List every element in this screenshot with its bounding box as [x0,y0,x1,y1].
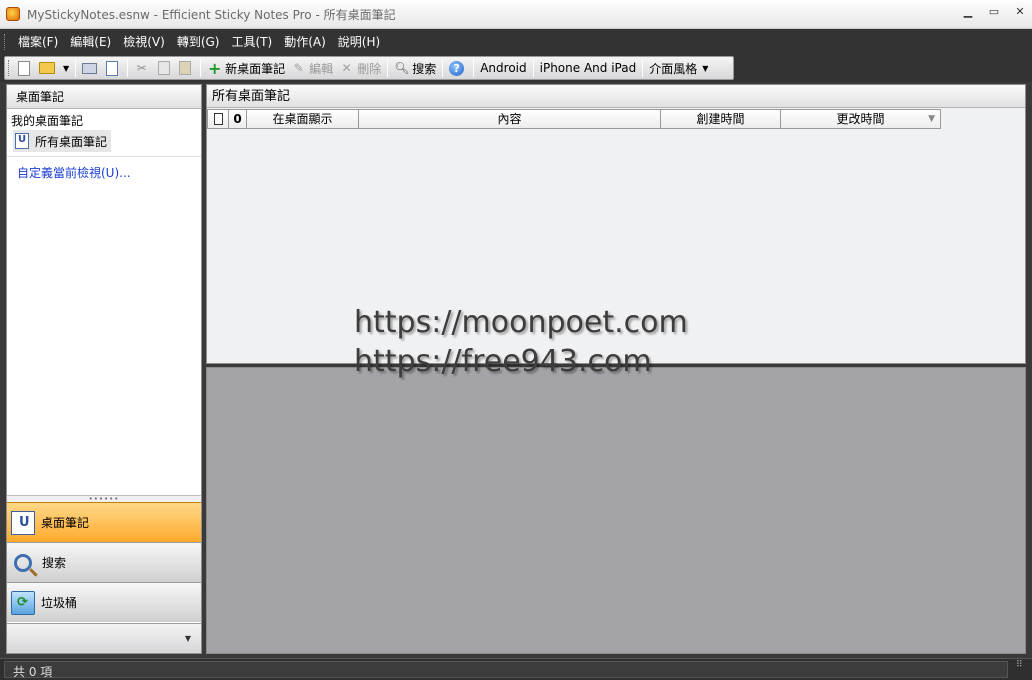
plus-icon: + [207,58,222,78]
menu-goto[interactable]: 轉到(G) [171,31,226,53]
copy-button[interactable] [155,58,176,78]
magnifier-icon [14,553,32,572]
paste-button[interactable] [176,58,197,78]
tree-item-all-notes[interactable]: 所有桌面筆記 [13,130,112,152]
new-file-icon [18,60,30,76]
printer-icon [82,62,98,74]
maximize-button[interactable]: ▭ [988,5,1000,19]
android-button[interactable]: Android [477,58,529,78]
status-panel: 共 0 項 [4,661,1008,679]
sticky-note-icon [11,510,35,535]
open-file-button[interactable]: ▼ [36,58,72,78]
menu-actions[interactable]: 動作(A) [278,31,332,53]
search-label: 搜索 [412,61,437,76]
status-item-count: 共 0 項 [13,665,53,679]
column-show-on-desktop[interactable]: 在桌面顯示 [247,109,359,129]
delete-label: 刪除 [357,61,382,76]
copy-icon [158,61,171,75]
help-icon: ? [449,60,465,76]
search-button[interactable]: 🔍︎ 搜索 [391,58,439,78]
menu-view[interactable]: 檢視(V) [117,31,171,53]
menu-file[interactable]: 檔案(F) [12,31,64,53]
menu-tools[interactable]: 工具(T) [225,31,278,53]
toolbar-separator [642,59,644,77]
notes-list-header: 所有桌面筆記 [207,85,1025,108]
nav-button-trash[interactable]: 垃圾桶 [7,582,201,622]
print-preview-icon [106,60,119,76]
nav-button-notes[interactable]: 桌面筆記 [7,502,201,542]
navigation-pane: 桌面筆記 我的桌面筆記 所有桌面筆記 自定義當前檢視(U)... •••••• … [6,84,202,654]
theme-label: 介面風格 [649,61,698,76]
delete-x-icon: ✕ [341,60,352,75]
toolbar: ▼ ✂ + 新桌面筆記 ✎ 編輯 ✕ 刪除 🔍︎ 搜索 ? Android iPhone… [4,56,734,80]
tree-root-my-notes[interactable]: 我的桌面筆記 [7,109,201,129]
column-content[interactable]: 內容 [359,109,661,129]
nav-button-search[interactable]: 搜索 [7,542,201,582]
toolbar-separator [387,59,389,77]
toolbar-separator [532,59,534,77]
menu-grip[interactable] [4,34,7,50]
nav-search-label: 搜索 [42,556,67,570]
iphone-ipad-button[interactable]: iPhone And iPad [537,58,640,78]
window-title: MyStickyNotes.esnw - Efficient Sticky No… [27,7,396,22]
resize-grip-icon[interactable]: ⠿ [1016,661,1028,674]
toolbar-separator [200,59,202,77]
menu-edit[interactable]: 編輯(E) [64,31,117,53]
search-icon: 🔍︎ [394,60,410,75]
tree-divider [7,156,201,157]
edit-button[interactable]: ✎ 編輯 [288,58,336,78]
column-modified-label: 更改時間 [836,112,885,126]
close-button[interactable]: ✕ [1014,5,1026,19]
column-created[interactable]: 創建時間 [661,109,781,129]
minimize-button[interactable]: ▁ [962,5,974,19]
status-bar: 共 0 項 ⠿ [0,658,1032,680]
column-type[interactable] [207,109,229,129]
theme-dropdown[interactable]: 介面風格 ▼ [646,58,711,78]
title-bar: MyStickyNotes.esnw - Efficient Sticky No… [0,0,1032,29]
menu-bar: 檔案(F) 編輯(E) 檢視(V) 轉到(G) 工具(T) 動作(A) 說明(H… [4,30,386,54]
toolbar-grip[interactable] [8,60,11,76]
toolbar-separator [75,59,77,77]
paste-icon [179,61,192,75]
edit-label: 編輯 [309,61,334,76]
watermark-line-1: https://moonpoet.com [354,305,688,340]
chevron-down-icon: ▼ [702,63,709,73]
customize-view-link[interactable]: 自定義當前檢視(U)... [17,164,131,181]
paperclip-icon: 0 [233,112,242,126]
new-note-label: 新桌面筆記 [225,61,286,76]
toolbar-separator [442,59,444,77]
help-button[interactable]: ? [446,58,470,78]
nav-notes-label: 桌面筆記 [41,516,90,530]
chevron-down-icon[interactable]: ▼ [63,64,69,73]
nav-trash-label: 垃圾桶 [41,596,78,610]
scissors-icon: ✂ [136,60,147,75]
toolbar-separator [127,59,129,77]
sticky-note-icon [15,133,29,149]
recycle-bin-icon [11,590,35,615]
sort-descending-icon: ▼ [928,114,935,124]
document-icon [213,113,223,125]
cut-button[interactable]: ✂ [131,58,155,78]
navigation-pane-header: 桌面筆記 [7,85,201,109]
new-file-button[interactable] [15,58,36,78]
pencil-icon: ✎ [293,60,304,75]
new-note-button[interactable]: + 新桌面筆記 [204,58,288,78]
toolbar-background: ▼ ✂ + 新桌面筆記 ✎ 編輯 ✕ 刪除 🔍︎ 搜索 ? Android iPhone… [0,56,1032,82]
tree-item-label: 所有桌面筆記 [35,134,108,149]
toolbar-separator [473,59,475,77]
grid-header: 0 在桌面顯示 內容 創建時間 更改時間 ▼ [207,109,941,129]
print-button[interactable] [79,58,103,78]
folder-open-icon [39,62,55,74]
watermark-line-2: https://free943.com [354,344,652,379]
nav-options-bar[interactable]: ▼ [7,623,201,653]
note-preview-pane [206,367,1026,654]
delete-button[interactable]: ✕ 刪除 [336,58,384,78]
print-preview-button[interactable] [103,58,124,78]
column-attachment[interactable]: 0 [229,109,247,129]
chevron-down-icon[interactable]: ▼ [185,634,191,643]
column-modified[interactable]: 更改時間 ▼ [781,109,941,129]
app-icon [6,7,20,21]
menu-help[interactable]: 說明(H) [332,31,386,53]
